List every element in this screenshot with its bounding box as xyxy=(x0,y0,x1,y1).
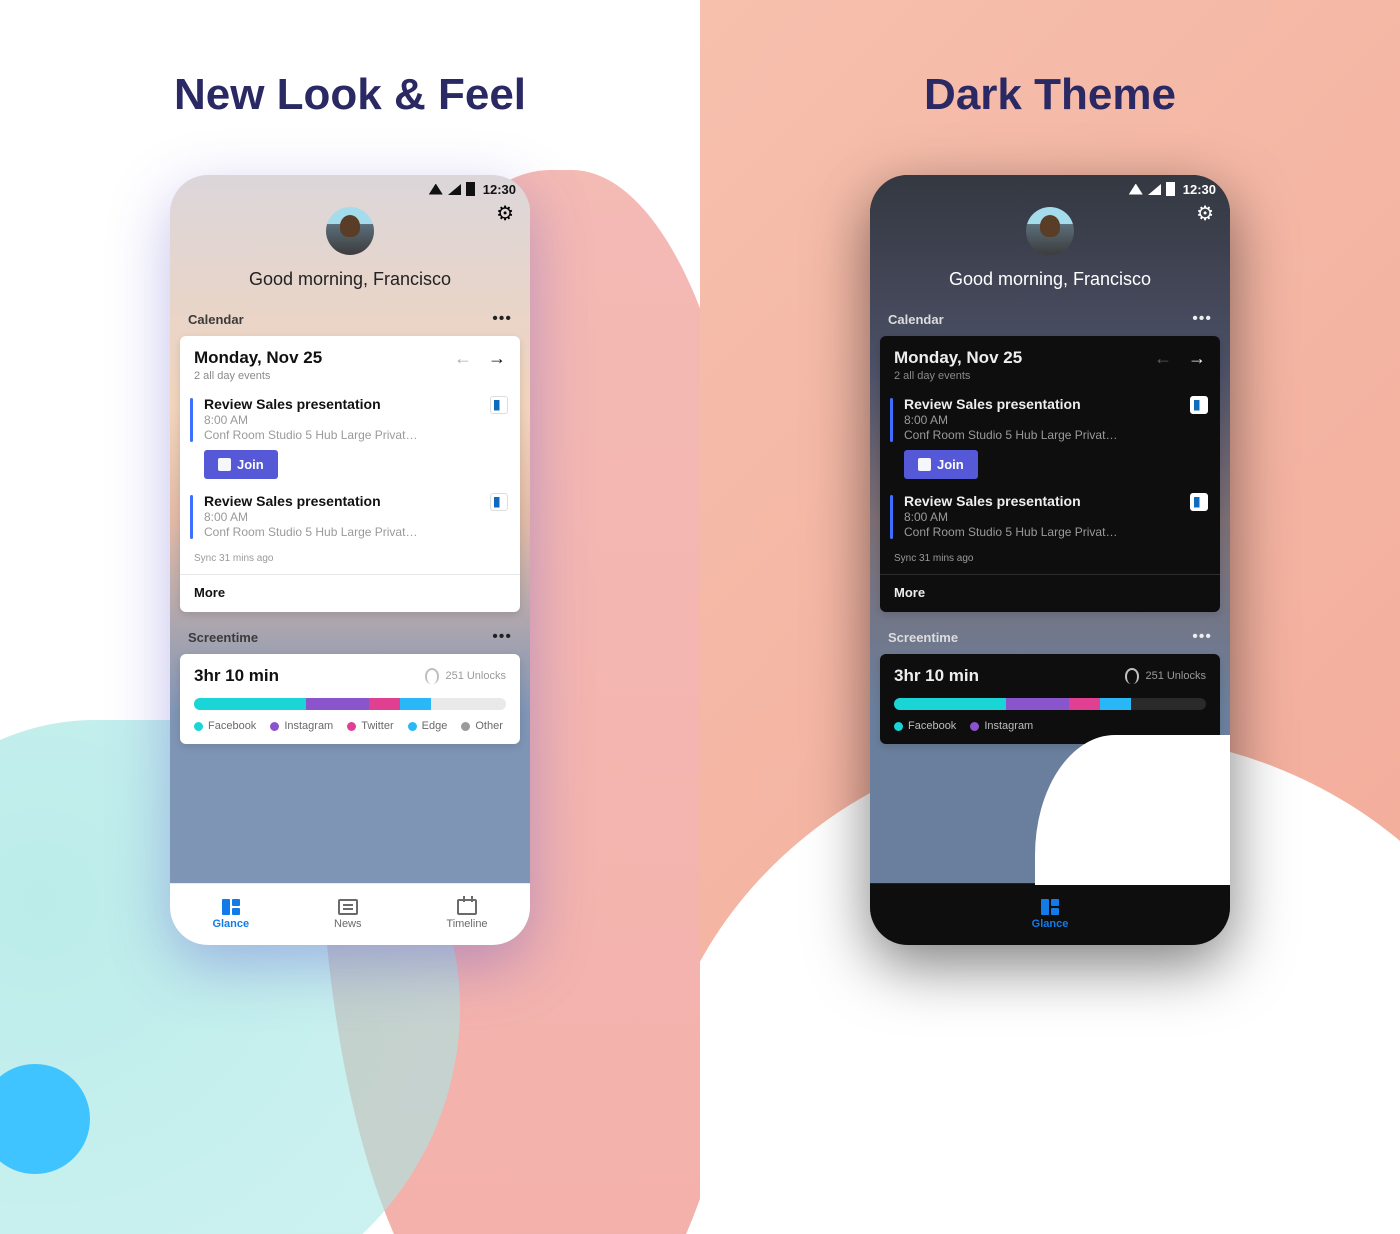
nav-news[interactable]: News xyxy=(334,899,362,930)
greeting: Good morning, Francisco xyxy=(249,269,451,290)
unlock-count: 251 Unlocks xyxy=(1145,670,1206,682)
event-location: Conf Room Studio 5 Hub Large Privat… xyxy=(204,525,506,539)
calendar-event[interactable]: Review Sales presentation 8:00 AM Conf R… xyxy=(894,396,1206,479)
battery-icon xyxy=(466,182,475,196)
calendar-subtitle: 2 all day events xyxy=(194,370,322,382)
calendar-card: Monday, Nov 25 2 all day events ← → Revi… xyxy=(180,336,520,612)
calendar-event[interactable]: Review Sales presentation 8:00 AM Conf R… xyxy=(194,396,506,479)
nav-glance[interactable]: Glance xyxy=(212,899,249,930)
screentime-legend: Facebook Instagram Twitter Edge Other xyxy=(194,720,506,732)
calendar-date: Monday, Nov 25 xyxy=(194,348,322,368)
event-location: Conf Room Studio 5 Hub Large Privat… xyxy=(904,525,1206,539)
next-day-icon[interactable]: → xyxy=(1188,348,1206,369)
phone-dark: 12:30 ⚙ Good morning, Francisco Calendar… xyxy=(870,175,1230,945)
next-day-icon[interactable]: → xyxy=(488,348,506,369)
screentime-bar xyxy=(194,698,506,710)
wifi-icon xyxy=(1129,184,1143,195)
event-time: 8:00 AM xyxy=(204,413,506,427)
signal-icon xyxy=(1148,184,1161,195)
prev-day-icon[interactable]: ← xyxy=(1154,348,1172,369)
event-time: 8:00 AM xyxy=(204,510,506,524)
teams-icon xyxy=(918,458,931,471)
event-location: Conf Room Studio 5 Hub Large Privat… xyxy=(204,428,506,442)
calendar-card: Monday, Nov 25 2 all day events ← → Revi… xyxy=(880,336,1220,612)
calendar-more-icon[interactable]: ••• xyxy=(492,310,512,328)
gear-icon[interactable]: ⚙ xyxy=(496,201,514,226)
outlook-icon xyxy=(490,396,508,414)
event-title: Review Sales presentation xyxy=(904,396,1206,412)
glance-icon xyxy=(222,899,240,915)
screentime-section-title: Screentime xyxy=(888,630,958,645)
avatar[interactable] xyxy=(1026,207,1074,255)
event-title: Review Sales presentation xyxy=(904,493,1206,509)
screentime-more-icon[interactable]: ••• xyxy=(1192,628,1212,646)
teams-icon xyxy=(218,458,231,471)
unlock-count: 251 Unlocks xyxy=(445,670,506,682)
fingerprint-icon xyxy=(1125,668,1139,684)
event-time: 8:00 AM xyxy=(904,510,1206,524)
outlook-icon xyxy=(1190,396,1208,414)
calendar-event[interactable]: Review Sales presentation 8:00 AM Conf R… xyxy=(894,493,1206,539)
signal-icon xyxy=(448,184,461,195)
calendar-sync-status: Sync 31 mins ago xyxy=(194,553,506,564)
screentime-total: 3hr 10 min xyxy=(194,666,279,686)
timeline-icon xyxy=(457,899,477,915)
bottom-nav: Glance xyxy=(870,883,1230,945)
status-bar: 12:30 xyxy=(870,175,1230,203)
panel-headline-right: Dark Theme xyxy=(700,70,1400,120)
screentime-card: 3hr 10 min 251 Unlocks Facebook Instagra… xyxy=(180,654,520,744)
calendar-more-link[interactable]: More xyxy=(194,575,506,600)
event-title: Review Sales presentation xyxy=(204,493,506,509)
prev-day-icon[interactable]: ← xyxy=(454,348,472,369)
screentime-card: 3hr 10 min 251 Unlocks Facebook Instagra… xyxy=(880,654,1220,744)
fingerprint-icon xyxy=(425,668,439,684)
battery-icon xyxy=(1166,182,1175,196)
nav-glance[interactable]: Glance xyxy=(1032,899,1069,930)
glance-icon xyxy=(1041,899,1059,915)
event-location: Conf Room Studio 5 Hub Large Privat… xyxy=(904,428,1206,442)
event-time: 8:00 AM xyxy=(904,413,1206,427)
calendar-sync-status: Sync 31 mins ago xyxy=(894,553,1206,564)
nav-timeline[interactable]: Timeline xyxy=(446,899,487,930)
avatar[interactable] xyxy=(326,207,374,255)
screentime-more-icon[interactable]: ••• xyxy=(492,628,512,646)
event-title: Review Sales presentation xyxy=(204,396,506,412)
outlook-icon xyxy=(490,493,508,511)
calendar-more-icon[interactable]: ••• xyxy=(1192,310,1212,328)
outlook-icon xyxy=(1190,493,1208,511)
phone-light: 12:30 ⚙ Good morning, Francisco Calendar… xyxy=(170,175,530,945)
screentime-bar xyxy=(894,698,1206,710)
screentime-section-title: Screentime xyxy=(188,630,258,645)
calendar-date: Monday, Nov 25 xyxy=(894,348,1022,368)
calendar-subtitle: 2 all day events xyxy=(894,370,1022,382)
gear-icon[interactable]: ⚙ xyxy=(1196,201,1214,226)
status-time: 12:30 xyxy=(483,182,516,197)
status-bar: 12:30 xyxy=(170,175,530,203)
calendar-section-title: Calendar xyxy=(188,312,244,327)
screentime-total: 3hr 10 min xyxy=(894,666,979,686)
wifi-icon xyxy=(429,184,443,195)
calendar-section-title: Calendar xyxy=(888,312,944,327)
bottom-nav: Glance News Timeline xyxy=(170,883,530,945)
calendar-event[interactable]: Review Sales presentation 8:00 AM Conf R… xyxy=(194,493,506,539)
join-meeting-button[interactable]: Join xyxy=(204,450,278,479)
calendar-more-link[interactable]: More xyxy=(894,575,1206,600)
news-icon xyxy=(338,899,358,915)
greeting: Good morning, Francisco xyxy=(949,269,1151,290)
screentime-legend: Facebook Instagram xyxy=(894,720,1206,732)
status-time: 12:30 xyxy=(1183,182,1216,197)
panel-headline-left: New Look & Feel xyxy=(0,70,700,120)
join-meeting-button[interactable]: Join xyxy=(904,450,978,479)
